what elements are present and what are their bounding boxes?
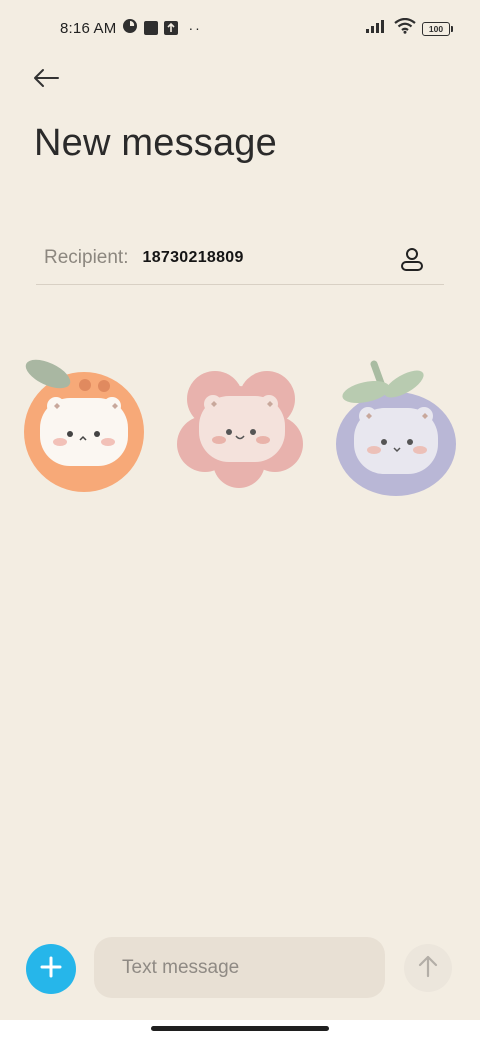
status-left: 8:16 AM ·· <box>60 18 202 38</box>
blueberry-bear-sticker[interactable] <box>330 354 460 504</box>
signal-icon <box>366 19 388 38</box>
wifi-icon <box>394 17 416 39</box>
orange-bear-sticker[interactable] <box>18 354 148 504</box>
recipient-label: Recipient: <box>44 247 129 268</box>
app-notification-icon <box>122 18 138 38</box>
recipient-field[interactable]: Recipient: 18730218809 <box>36 232 444 285</box>
square-notification-icon <box>144 21 159 35</box>
message-input-placeholder: Text message <box>122 956 240 978</box>
message-input[interactable]: Text message <box>94 937 385 998</box>
battery-icon: 100 <box>422 21 453 36</box>
send-button[interactable] <box>404 944 452 992</box>
plus-icon <box>40 956 62 983</box>
send-arrow-icon <box>416 954 440 983</box>
status-bar: 8:16 AM ·· 100 <box>0 0 480 56</box>
status-time: 8:16 AM <box>60 19 117 37</box>
home-indicator[interactable] <box>151 1026 329 1031</box>
recipient-value[interactable]: 18730218809 <box>143 249 244 267</box>
back-arrow-icon <box>32 68 60 93</box>
pink-flower-bear-sticker[interactable] <box>175 354 305 504</box>
page-title: New message <box>34 122 277 164</box>
back-button[interactable] <box>28 64 64 96</box>
status-right: 100 <box>366 17 453 39</box>
navigation-bar <box>0 1020 480 1040</box>
more-notifications-icon: ·· <box>188 20 202 36</box>
upload-notification-icon <box>164 21 179 35</box>
add-attachment-button[interactable] <box>26 944 76 994</box>
contact-picker-icon[interactable] <box>398 245 426 273</box>
